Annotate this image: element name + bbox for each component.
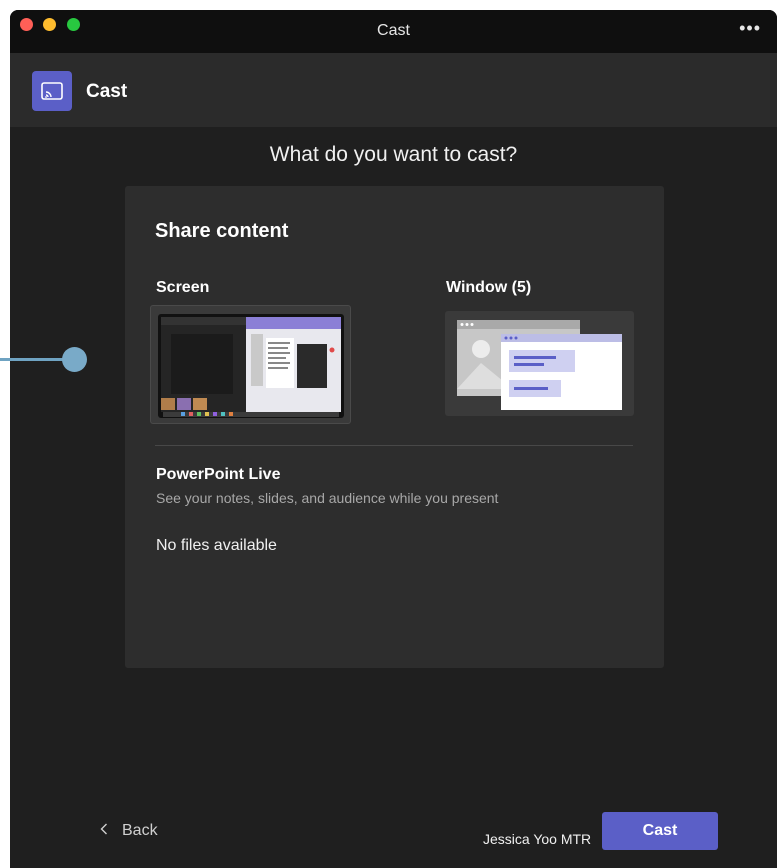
app-title: Cast [86,81,128,102]
powerpoint-live-description: See your notes, slides, and audience whi… [156,490,499,506]
screen-thumbnail-icon [158,314,344,418]
title-bar: Cast ••• [10,10,777,53]
more-options-icon[interactable]: ••• [739,18,761,39]
screen-label: Screen [156,279,210,296]
app-header: Cast [10,53,777,127]
cast-app-icon [32,71,72,111]
device-name: Jessica Yoo MTR [483,831,592,847]
window-title: Cast [377,22,410,39]
back-button[interactable]: Back [100,822,158,840]
no-files-message: No files available [156,537,277,554]
windows-illustration-icon [457,320,622,410]
screen-share-option[interactable] [150,305,351,424]
powerpoint-live-title: PowerPoint Live [156,466,281,483]
section-divider [155,445,633,446]
page-title: What do you want to cast? [269,143,518,166]
callout-line [0,358,64,361]
window-share-option[interactable] [445,311,634,416]
window-label: Window (5) [446,279,532,296]
callout-dot [62,347,87,372]
cast-button[interactable]: Cast [602,812,718,850]
share-content-heading: Share content [155,220,289,242]
share-content-panel: Share content Screen Window (5) PowerPoi… [125,186,664,668]
cast-window: Cast ••• Cast What do you want to cast? … [10,10,777,868]
back-label: Back [122,822,158,839]
chevron-left-icon [100,822,108,840]
